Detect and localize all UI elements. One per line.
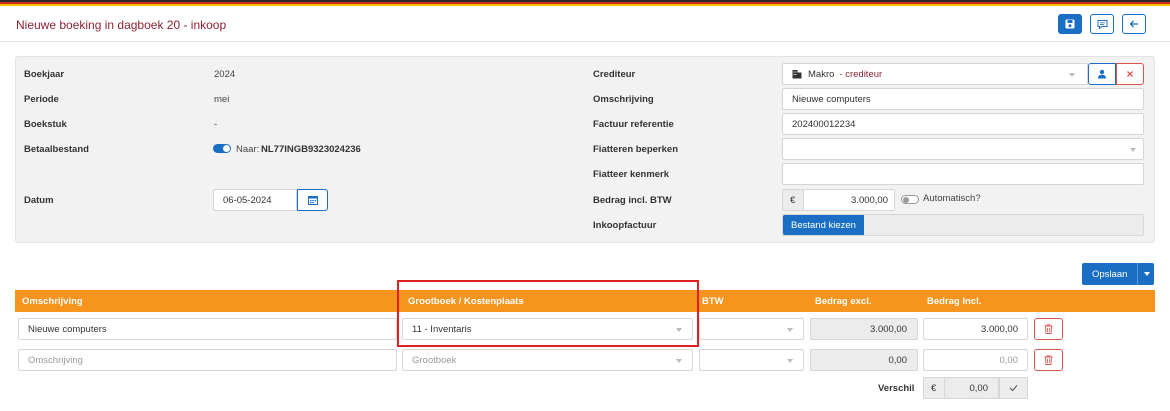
fiatteer-kenmerk-input[interactable]: [782, 163, 1144, 185]
verschil-currency: €: [923, 377, 945, 399]
row-delete-button[interactable]: [1034, 349, 1063, 371]
bedrag-currency: €: [782, 189, 804, 211]
periode-value: mei: [214, 94, 230, 105]
datum-picker-button[interactable]: [297, 189, 328, 211]
row-omschrijving-input[interactable]: Nieuwe computers: [18, 318, 397, 340]
fiatteren-beperken-label: Fiatteren beperken: [593, 144, 678, 155]
row-omschrijving-input[interactable]: Omschrijving: [18, 349, 397, 371]
comment-button[interactable]: [1090, 14, 1114, 34]
bedrag-label: Bedrag incl. BTW: [593, 195, 672, 206]
boekstuk-value: -: [214, 119, 218, 130]
row-btw-select[interactable]: [699, 349, 804, 371]
factuur-referentie-label: Factuur referentie: [593, 119, 674, 130]
periode-label: Periode: [24, 94, 59, 105]
automatisch-label: Automatisch?: [923, 193, 981, 204]
automatisch-toggle[interactable]: [901, 195, 919, 204]
betaalbestand-label: Betaalbestand: [24, 144, 89, 155]
arrow-left-icon: [1129, 20, 1138, 28]
chevron-down-icon: [676, 359, 682, 363]
row-btw-select[interactable]: [699, 318, 804, 340]
bedrag-input[interactable]: 3.000,00: [804, 189, 895, 211]
betaalbestand-prefix: Naar:: [236, 144, 260, 155]
crediteur-suffix: - crediteur: [839, 68, 883, 80]
save-icon-button[interactable]: [1058, 14, 1082, 34]
page-header: Nieuwe boeking in dagboek 20 - inkoop: [0, 6, 1170, 42]
boekjaar-label: Boekjaar: [24, 69, 65, 80]
crediteur-label: Crediteur: [593, 69, 636, 80]
calendar-icon: [307, 196, 318, 205]
crediteur-clear-button[interactable]: [1116, 63, 1144, 85]
betaalbestand-iban: NL77INGB9323024236: [261, 144, 361, 155]
bestand-kiezen-button[interactable]: Bestand kiezen: [783, 215, 864, 235]
row-grootboek-placeholder: Grootboek: [412, 354, 457, 366]
verschil-label: Verschil: [878, 383, 915, 394]
fiatteren-beperken-select[interactable]: [782, 138, 1144, 160]
verschil-status: [999, 377, 1028, 399]
row-bedrag-incl-input[interactable]: 0,00: [923, 349, 1028, 371]
boekstuk-label: Boekstuk: [24, 119, 67, 130]
crediteur-view-button[interactable]: [1088, 63, 1116, 85]
chevron-down-icon: [1069, 73, 1075, 77]
inkoopfactuur-label: Inkoopfactuur: [593, 220, 657, 231]
boekjaar-value: 2024: [214, 69, 236, 80]
omschrijving-input[interactable]: Nieuwe computers: [782, 88, 1144, 110]
crediteur-select[interactable]: Makro - crediteur: [782, 63, 1088, 85]
betaalbestand-toggle[interactable]: [213, 144, 231, 153]
chevron-down-icon: [787, 359, 793, 363]
crediteur-name: Makro: [808, 68, 835, 80]
row-bedrag-incl-input[interactable]: 3.000,00: [923, 318, 1028, 340]
building-icon: [792, 70, 802, 79]
floppy-icon: [1065, 19, 1075, 29]
th-omschrijving: Omschrijving: [22, 296, 83, 307]
row-bedrag-excl: 3.000,00: [810, 318, 918, 340]
th-btw: BTW: [702, 296, 724, 307]
comment-icon: [1097, 19, 1107, 30]
close-icon: [1127, 71, 1133, 77]
user-icon: [1098, 69, 1106, 79]
opslaan-dropdown-toggle[interactable]: [1137, 263, 1154, 285]
check-icon: [1009, 385, 1018, 392]
th-bedrag-excl: Bedrag excl.: [815, 296, 872, 307]
trash-icon: [1044, 355, 1053, 365]
chevron-down-icon: [787, 328, 793, 332]
row-grootboek-select[interactable]: Grootboek: [402, 349, 693, 371]
omschrijving-label: Omschrijving: [593, 94, 654, 105]
th-bedrag-incl: Bedrag Incl.: [927, 296, 982, 307]
trash-icon: [1044, 324, 1053, 334]
page-title: Nieuwe boeking in dagboek 20 - inkoop: [16, 18, 227, 32]
datum-label: Datum: [24, 195, 54, 206]
row-delete-button[interactable]: [1034, 318, 1063, 340]
verschil-value: 0,00: [945, 377, 999, 399]
opslaan-button[interactable]: Opslaan: [1082, 263, 1154, 285]
factuur-referentie-input[interactable]: 202400012234: [782, 113, 1144, 135]
opslaan-label: Opslaan: [1092, 268, 1128, 280]
booking-form-panel: Boekjaar 2024 Periode mei Boekstuk - Bet…: [15, 56, 1155, 243]
annotation-highlight-box: [397, 280, 699, 347]
row-bedrag-excl: 0,00: [810, 349, 918, 371]
datum-input[interactable]: 06-05-2024: [213, 189, 297, 211]
chevron-down-icon: [1130, 148, 1136, 152]
fiatteer-kenmerk-label: Fiatteer kenmerk: [593, 169, 670, 180]
inkoopfactuur-file-input[interactable]: Bestand kiezen: [782, 214, 1144, 236]
back-button[interactable]: [1122, 14, 1146, 34]
